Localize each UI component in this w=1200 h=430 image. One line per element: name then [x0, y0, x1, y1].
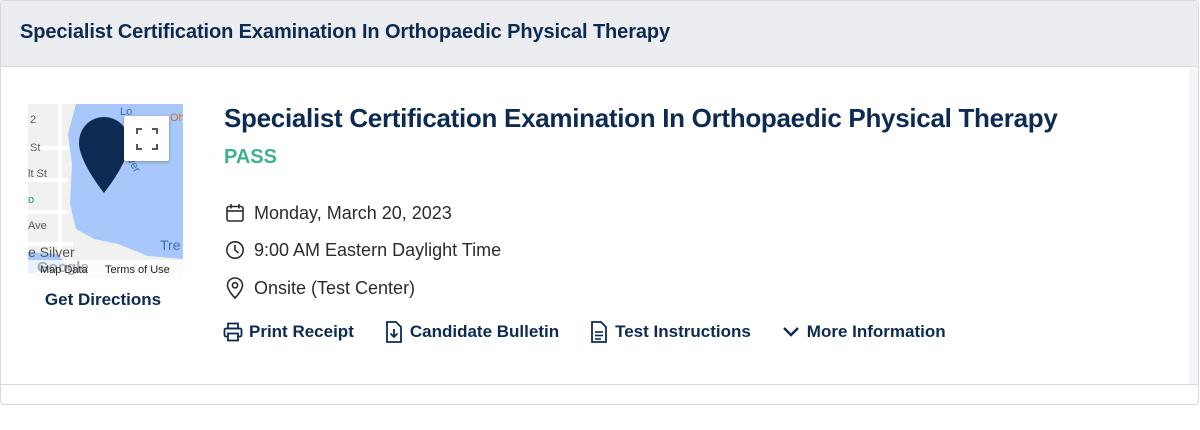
fullscreen-icon: [135, 127, 158, 150]
exam-location-row: Onsite (Test Center): [224, 277, 415, 299]
get-directions-link[interactable]: Get Directions: [28, 290, 178, 310]
location-map[interactable]: 2 St lt St o Ave e Silver Tre Lo ver Ohi…: [28, 104, 183, 278]
exam-date-row: Monday, March 20, 2023: [224, 202, 452, 224]
exam-time-row: 9:00 AM Eastern Daylight Time: [224, 239, 501, 261]
card-header: Specialist Certification Examination In …: [1, 1, 1198, 67]
map-footer: Google Map Data Terms of Use: [28, 259, 183, 278]
test-instructions-button[interactable]: Test Instructions: [589, 321, 751, 343]
more-information-button[interactable]: More Information: [781, 321, 946, 343]
exam-location: Onsite (Test Center): [254, 277, 416, 298]
map-street-label: Ave: [28, 220, 47, 232]
printer-icon: [223, 321, 243, 343]
map-street-label: 2: [30, 114, 37, 126]
print-receipt-label: Print Receipt: [249, 322, 354, 341]
map-street-label: St: [30, 142, 41, 154]
calendar-icon: [224, 202, 246, 224]
document-icon: [589, 321, 609, 343]
card-divider: [1, 384, 1198, 385]
map-street-label: Tre: [160, 237, 181, 253]
test-instructions-label: Test Instructions: [615, 322, 751, 341]
download-document-icon: [384, 321, 404, 343]
exam-card: Specialist Certification Examination In …: [0, 0, 1199, 405]
exam-title: Specialist Certification Examination In …: [224, 103, 1058, 133]
map-pin-icon: [224, 277, 246, 299]
more-information-label: More Information: [806, 322, 946, 341]
scroll-track: [1189, 68, 1198, 384]
map-fullscreen-button[interactable]: [124, 116, 169, 161]
map-street-label: o: [28, 194, 35, 206]
print-receipt-button[interactable]: Print Receipt: [223, 321, 354, 343]
exam-actions: Print Receipt Candidate Bulletin Test In…: [223, 321, 976, 343]
map-data-label: Map Data: [40, 264, 88, 276]
chevron-down-icon: [781, 321, 801, 343]
candidate-bulletin-button[interactable]: Candidate Bulletin: [384, 321, 559, 343]
exam-time: 9:00 AM Eastern Daylight Time: [254, 239, 502, 260]
exam-status: PASS: [224, 146, 277, 168]
clock-icon: [224, 239, 246, 261]
card-header-title: Specialist Certification Examination In …: [20, 21, 671, 43]
map-street-label: e Silver: [28, 244, 75, 260]
map-street-label: Ohio: [170, 112, 183, 124]
exam-date: Monday, March 20, 2023: [254, 202, 452, 223]
map-marker-icon[interactable]: [79, 117, 129, 198]
map-street-label: lt St: [28, 168, 47, 180]
candidate-bulletin-label: Candidate Bulletin: [409, 322, 560, 341]
map-terms-link[interactable]: Terms of Use: [105, 264, 170, 276]
